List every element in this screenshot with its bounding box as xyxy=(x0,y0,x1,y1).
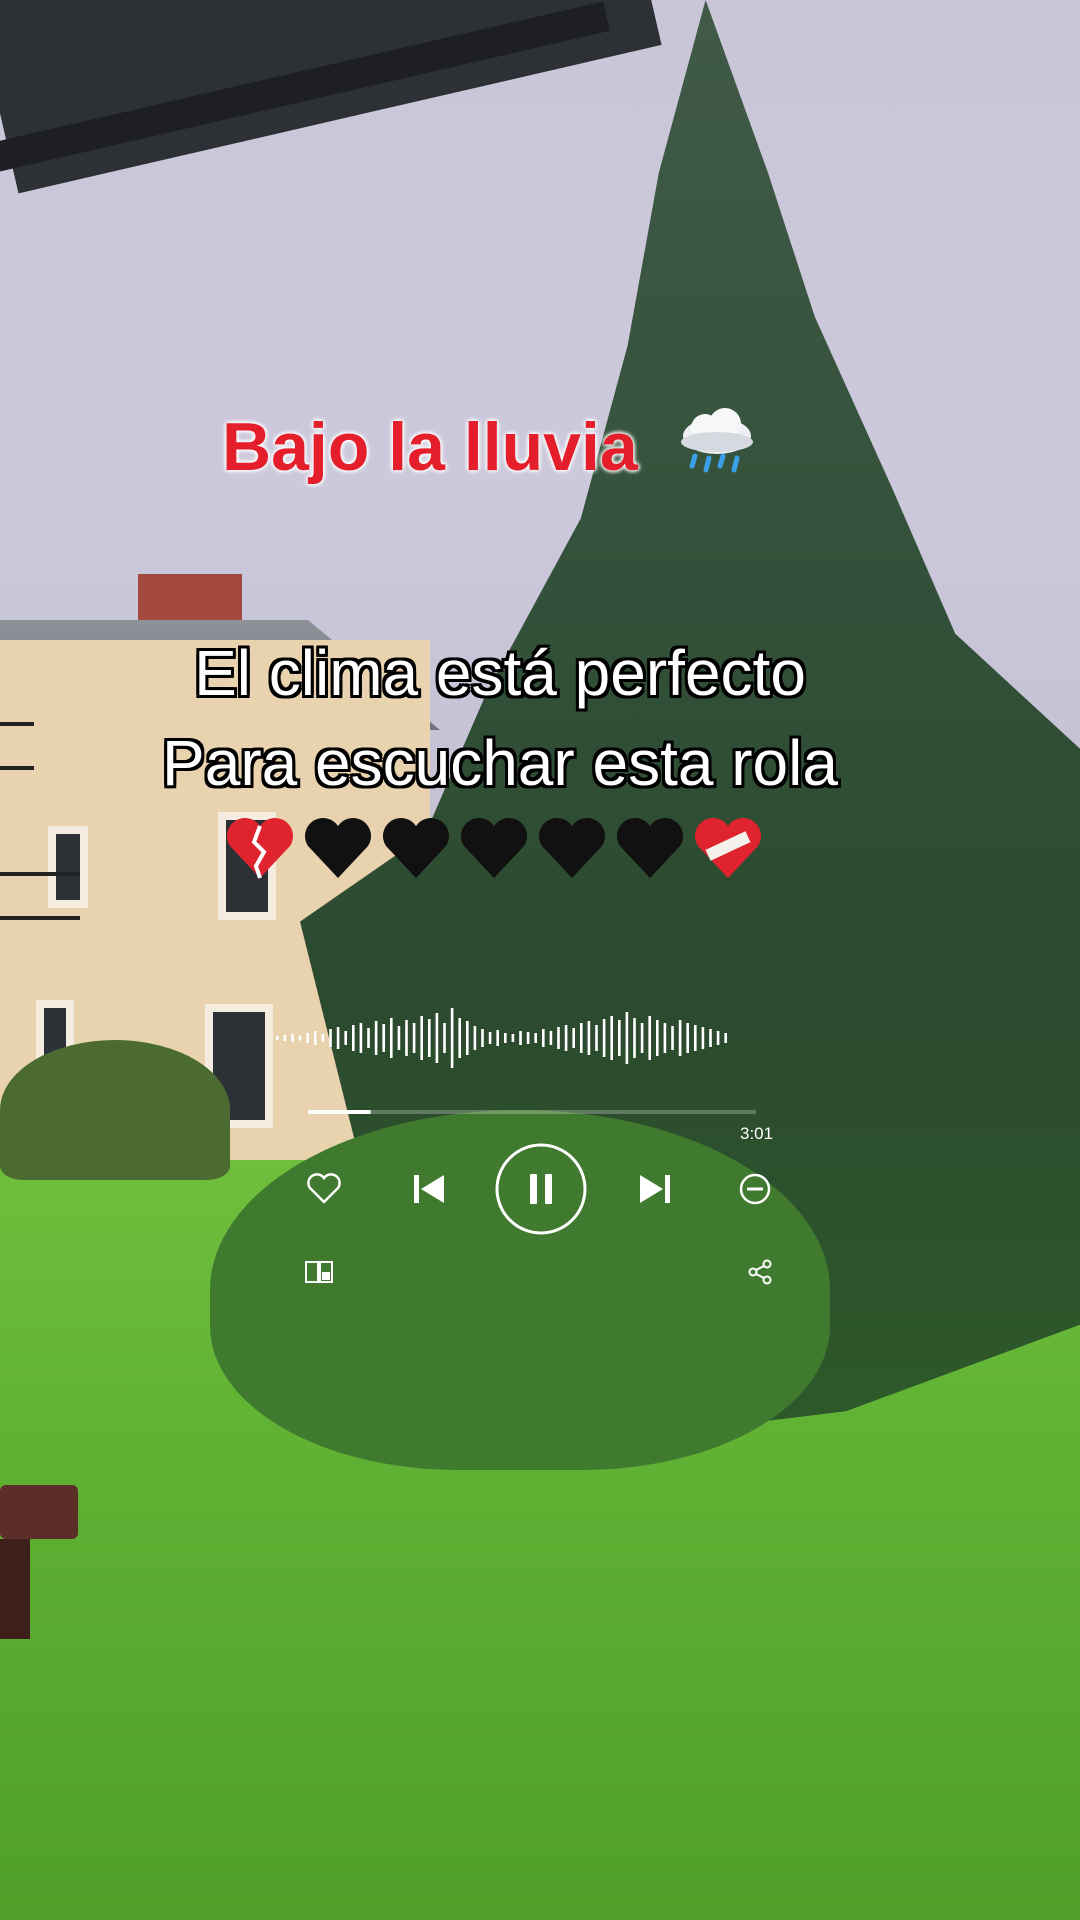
black-heart-icon xyxy=(382,817,450,878)
waveform-bar xyxy=(466,1021,469,1055)
waveform-bar xyxy=(306,1033,309,1043)
waveform-bar xyxy=(701,1027,705,1049)
waveform-bar xyxy=(504,1033,507,1043)
waveform-bar xyxy=(283,1035,287,1041)
heart-like-icon[interactable] xyxy=(306,1172,342,1206)
waveform-bar xyxy=(443,1023,446,1053)
progress-fill xyxy=(308,1110,371,1114)
waveform-bar xyxy=(397,1026,401,1050)
waveform-bar xyxy=(610,1016,613,1060)
waveform-bar xyxy=(709,1029,712,1047)
waveform-bar xyxy=(557,1027,560,1049)
waveform-bar xyxy=(481,1029,484,1047)
waveform-bar xyxy=(549,1031,553,1045)
waveform-bar xyxy=(336,1027,340,1049)
waveform-bar xyxy=(595,1025,598,1051)
audio-waveform xyxy=(276,1008,727,1068)
waveform-bar xyxy=(572,1028,575,1048)
lyric-line-2: Para escuchar esta rola xyxy=(162,727,838,799)
waveform-bar xyxy=(526,1032,530,1044)
waveform-bar xyxy=(686,1023,689,1053)
waveform-bar xyxy=(344,1031,347,1045)
waveform-bar xyxy=(291,1034,294,1042)
video-overlay: Bajo la lluvia El clima está perfecto Pa… xyxy=(0,0,1080,1920)
waveform-bar xyxy=(450,1008,454,1068)
waveform-bar xyxy=(390,1018,393,1058)
waveform-bar xyxy=(587,1021,591,1055)
waveform-bar xyxy=(671,1026,674,1050)
waveform-bar xyxy=(405,1020,408,1056)
waveform-bar xyxy=(716,1031,720,1045)
waveform-bar xyxy=(298,1035,302,1041)
black-heart-icon xyxy=(538,817,606,878)
waveform-bar xyxy=(724,1033,727,1043)
waveform-bar xyxy=(694,1025,697,1051)
waveform-bar xyxy=(276,1036,279,1040)
previous-track-icon[interactable] xyxy=(412,1172,446,1206)
waveform-bar xyxy=(633,1018,636,1058)
waveform-bar xyxy=(359,1023,363,1053)
progress-track[interactable] xyxy=(308,1110,756,1114)
waveform-bar xyxy=(435,1013,439,1063)
broken-heart-icon xyxy=(226,817,294,879)
waveform-bar xyxy=(564,1025,568,1051)
waveform-bar xyxy=(458,1018,461,1058)
waveform-bar xyxy=(473,1026,477,1050)
next-track-icon[interactable] xyxy=(638,1172,672,1206)
cloud-with-rain-icon xyxy=(681,408,753,473)
waveform-bar xyxy=(488,1032,492,1044)
waveform-bar xyxy=(602,1019,606,1057)
pause-button[interactable] xyxy=(494,1142,588,1236)
mending-heart-icon xyxy=(694,817,762,878)
waveform-bar xyxy=(519,1031,522,1045)
waveform-bar xyxy=(412,1023,416,1053)
waveform-bar xyxy=(618,1020,621,1056)
black-heart-icon xyxy=(304,817,372,878)
waveform-bar xyxy=(374,1021,378,1055)
waveform-bar xyxy=(663,1023,667,1053)
waveform-bar xyxy=(329,1029,332,1047)
waveform-bar xyxy=(678,1020,682,1056)
waveform-bar xyxy=(640,1023,644,1053)
share-icon[interactable] xyxy=(746,1258,774,1286)
lyric-line-1: El clima está perfecto xyxy=(194,637,806,709)
black-heart-icon xyxy=(616,817,684,878)
waveform-bar xyxy=(656,1020,659,1056)
hearts-row xyxy=(224,812,764,884)
waveform-bar xyxy=(420,1016,423,1060)
total-time: 3:01 xyxy=(740,1124,774,1143)
lyrics-card-icon[interactable] xyxy=(304,1260,334,1284)
waveform-bar xyxy=(352,1025,355,1051)
black-heart-icon xyxy=(460,817,528,878)
waveform-bar xyxy=(511,1034,515,1042)
waveform-bar xyxy=(382,1024,385,1052)
waveform-bar xyxy=(367,1028,370,1048)
waveform-bar xyxy=(542,1029,545,1047)
waveform-bar xyxy=(321,1034,325,1042)
minus-circle-icon[interactable] xyxy=(738,1172,772,1206)
waveform-bar xyxy=(496,1030,499,1046)
waveform-bar xyxy=(428,1019,431,1057)
waveform-bar xyxy=(314,1031,317,1045)
waveform-bar xyxy=(625,1012,629,1064)
waveform-bar xyxy=(534,1033,537,1043)
waveform-bar xyxy=(580,1023,583,1053)
waveform-bar xyxy=(648,1016,651,1060)
song-title: Bajo la lluvia xyxy=(222,409,638,485)
